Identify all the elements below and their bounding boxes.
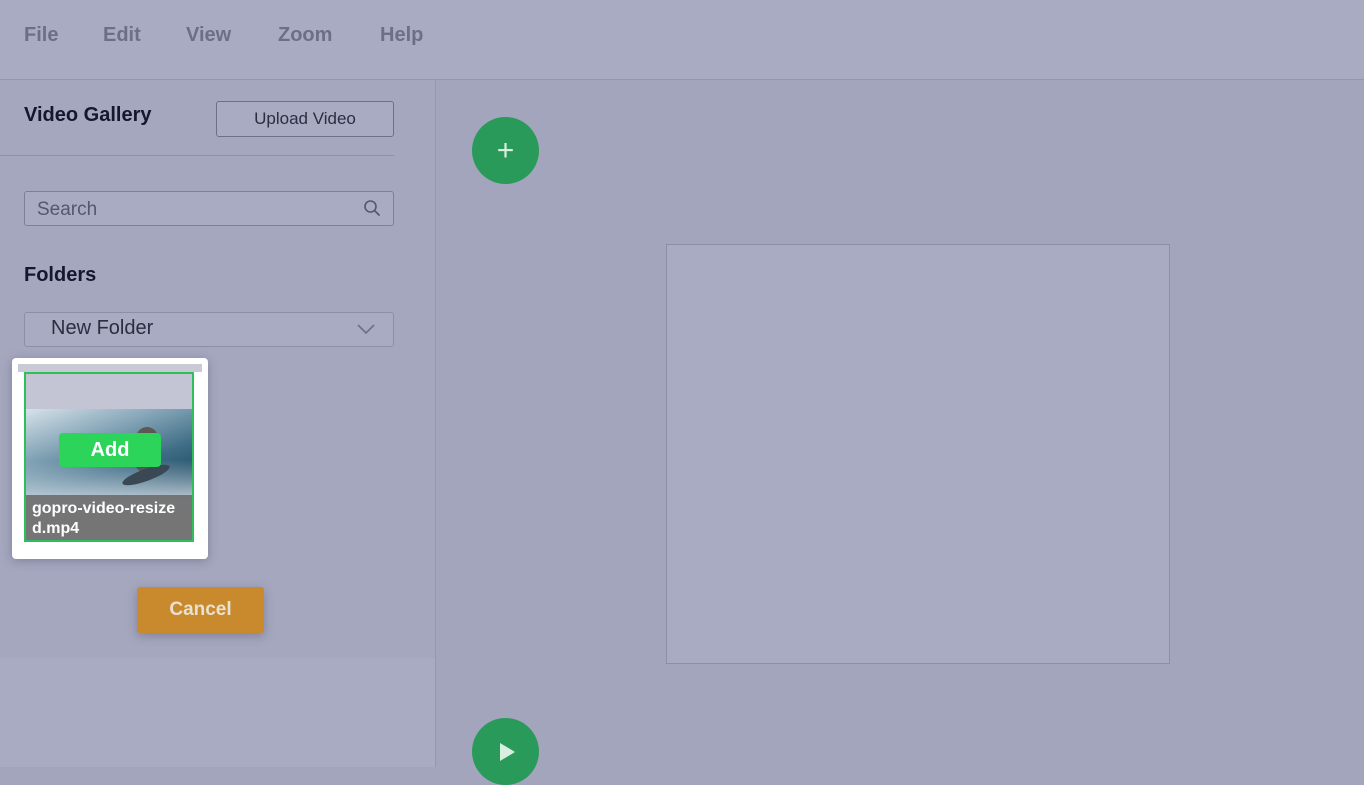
play-icon — [500, 743, 515, 761]
menu-help[interactable]: Help — [380, 24, 423, 47]
upload-video-button[interactable]: Upload Video — [216, 101, 394, 137]
menu-file[interactable]: File — [24, 24, 58, 47]
card-header-strip — [18, 364, 202, 372]
add-fab-button[interactable]: + — [472, 117, 539, 184]
add-video-button[interactable]: Add — [59, 433, 161, 467]
search-input[interactable] — [35, 192, 359, 227]
search-box — [24, 191, 394, 227]
sidebar-footer-area — [0, 658, 435, 767]
menu-zoom[interactable]: Zoom — [278, 24, 332, 47]
video-canvas[interactable] — [666, 244, 1170, 664]
menu-edit[interactable]: Edit — [103, 24, 141, 47]
video-filename: gopro-video-resized.mp4 — [26, 495, 192, 540]
gallery-title: Video Gallery — [24, 104, 152, 126]
video-card: Add gopro-video-resized.mp4 — [12, 358, 208, 559]
folders-heading: Folders — [24, 264, 97, 286]
play-button[interactable] — [472, 718, 539, 785]
menu-view[interactable]: View — [186, 24, 231, 47]
divider — [0, 155, 394, 156]
folder-select-value: New Folder — [51, 317, 154, 339]
chevron-down-icon — [357, 324, 375, 335]
menu-bar: File Edit View Zoom Help — [0, 0, 1364, 80]
video-thumbnail[interactable]: Add gopro-video-resized.mp4 — [24, 372, 194, 542]
plus-icon: + — [496, 133, 515, 167]
folder-select[interactable]: New Folder — [24, 312, 394, 347]
cancel-button[interactable]: Cancel — [137, 587, 264, 633]
video-gallery-panel: Video Gallery Upload Video Folders New F… — [0, 80, 436, 767]
search-icon[interactable] — [363, 199, 381, 217]
